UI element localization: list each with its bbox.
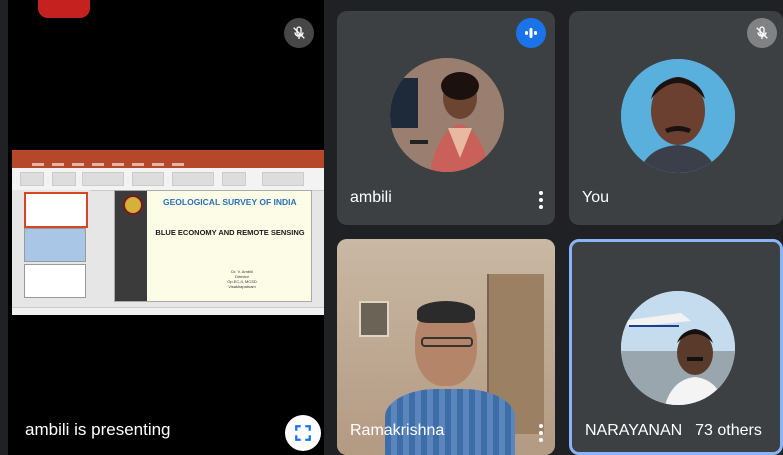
powerpoint-statusbar: [12, 307, 324, 315]
avatar: [621, 291, 735, 405]
participant-tile-ramakrishna[interactable]: Ramakrishna: [337, 239, 555, 455]
recording-badge: [38, 0, 90, 18]
presentation-tile[interactable]: GEOLOGICAL SURVEY OF INDIA BLUE ECONOMY …: [8, 0, 324, 455]
participant-name: You: [582, 189, 609, 206]
powerpoint-titlebar: [12, 150, 324, 162]
presenting-label: ambili is presenting: [25, 420, 171, 439]
slide-org-title: GEOLOGICAL SURVEY OF INDIA: [163, 197, 297, 207]
fullscreen-icon: [295, 425, 311, 441]
slide-thumbnail: [24, 228, 86, 262]
participant-name: NARAYANAN: [585, 422, 683, 439]
shared-screen: GEOLOGICAL SURVEY OF INDIA BLUE ECONOMY …: [12, 150, 324, 315]
more-options-icon[interactable]: [539, 424, 543, 445]
slide-thumbnails: [12, 190, 90, 307]
avatar: [621, 59, 735, 173]
slide-byline: Dr. V. Ambili Director Op.EC-II, MCSD Vi…: [227, 269, 257, 289]
more-options-icon[interactable]: [539, 191, 543, 212]
wall-picture: [359, 301, 389, 337]
gsi-logo: [123, 195, 143, 215]
fullscreen-button[interactable]: [285, 415, 321, 451]
slide-thumbnail: [24, 192, 88, 228]
others-button[interactable]: 73 others: [681, 414, 776, 448]
current-slide: GEOLOGICAL SURVEY OF INDIA BLUE ECONOMY …: [114, 190, 312, 302]
participant-tile-you[interactable]: You: [569, 11, 783, 225]
speaking-indicator-icon: [516, 18, 546, 48]
avatar: [390, 58, 504, 172]
slide-thumbnail: [24, 264, 86, 298]
mic-off-icon: [284, 18, 314, 48]
participant-tile-ambili[interactable]: ambili: [337, 11, 555, 225]
mic-off-icon: [747, 18, 777, 48]
participant-name: ambili: [350, 189, 392, 206]
participant-name: Ramakrishna: [350, 422, 445, 439]
powerpoint-ribbon: [12, 168, 324, 191]
slide-main-title: BLUE ECONOMY AND REMOTE SENSING: [155, 228, 305, 237]
